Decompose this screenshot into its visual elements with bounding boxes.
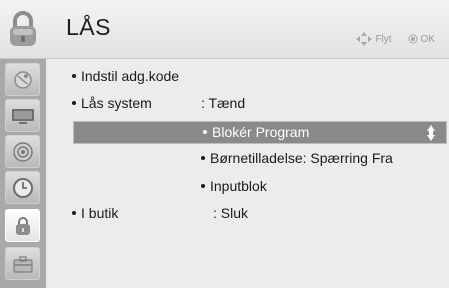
move-hint: Flyt [356, 32, 392, 46]
dpad-arrows-icon [356, 32, 373, 46]
parental-guidance-item[interactable]: Børnetilladelse: Spærring Fra [201, 146, 393, 170]
block-program-label: Blokér Program [212, 124, 310, 140]
page-title: LÅS [66, 14, 111, 40]
lock-icon [6, 10, 40, 48]
up-down-arrow-icon [427, 125, 435, 141]
lock-settings-list: Indstil adg.kode Lås system : Tænd Bloké… [46, 59, 449, 288]
ok-hint-label: OK [420, 33, 435, 45]
sidebar-item-time[interactable] [5, 171, 40, 204]
sidebar-item-options[interactable] [5, 247, 40, 280]
sidebar-item-audio[interactable] [5, 135, 40, 168]
store-mode-value: : Sluk [213, 205, 249, 221]
lock-icon [15, 216, 30, 235]
ok-button-icon [408, 34, 418, 44]
input-block-item[interactable]: Inputblok [201, 174, 267, 198]
lock-system-label: Lås system [81, 95, 152, 111]
tv-screen-icon [11, 108, 34, 124]
ok-hint: OK [408, 34, 435, 45]
clock-icon [12, 177, 33, 198]
move-hint-label: Flyt [375, 33, 392, 45]
set-password-item[interactable]: Indstil adg.kode [72, 64, 179, 88]
toolbox-icon [12, 255, 33, 273]
satellite-dish-icon [13, 70, 32, 89]
lock-system-item[interactable]: Lås system [72, 91, 152, 115]
store-mode-item[interactable]: I butik [72, 201, 118, 225]
block-program-item[interactable]: Blokér Program [73, 121, 447, 144]
sidebar-item-satellite[interactable] [5, 63, 40, 96]
category-sidebar [0, 59, 46, 288]
store-mode-label: I butik [81, 205, 119, 221]
key-hints: Flyt OK [340, 32, 435, 46]
speaker-icon [12, 141, 33, 162]
lock-system-value: : Tænd [201, 95, 246, 111]
sidebar-item-picture[interactable] [5, 99, 40, 132]
menu-header: LÅS Flyt OK [0, 0, 449, 59]
sidebar-item-lock[interactable] [5, 209, 40, 242]
